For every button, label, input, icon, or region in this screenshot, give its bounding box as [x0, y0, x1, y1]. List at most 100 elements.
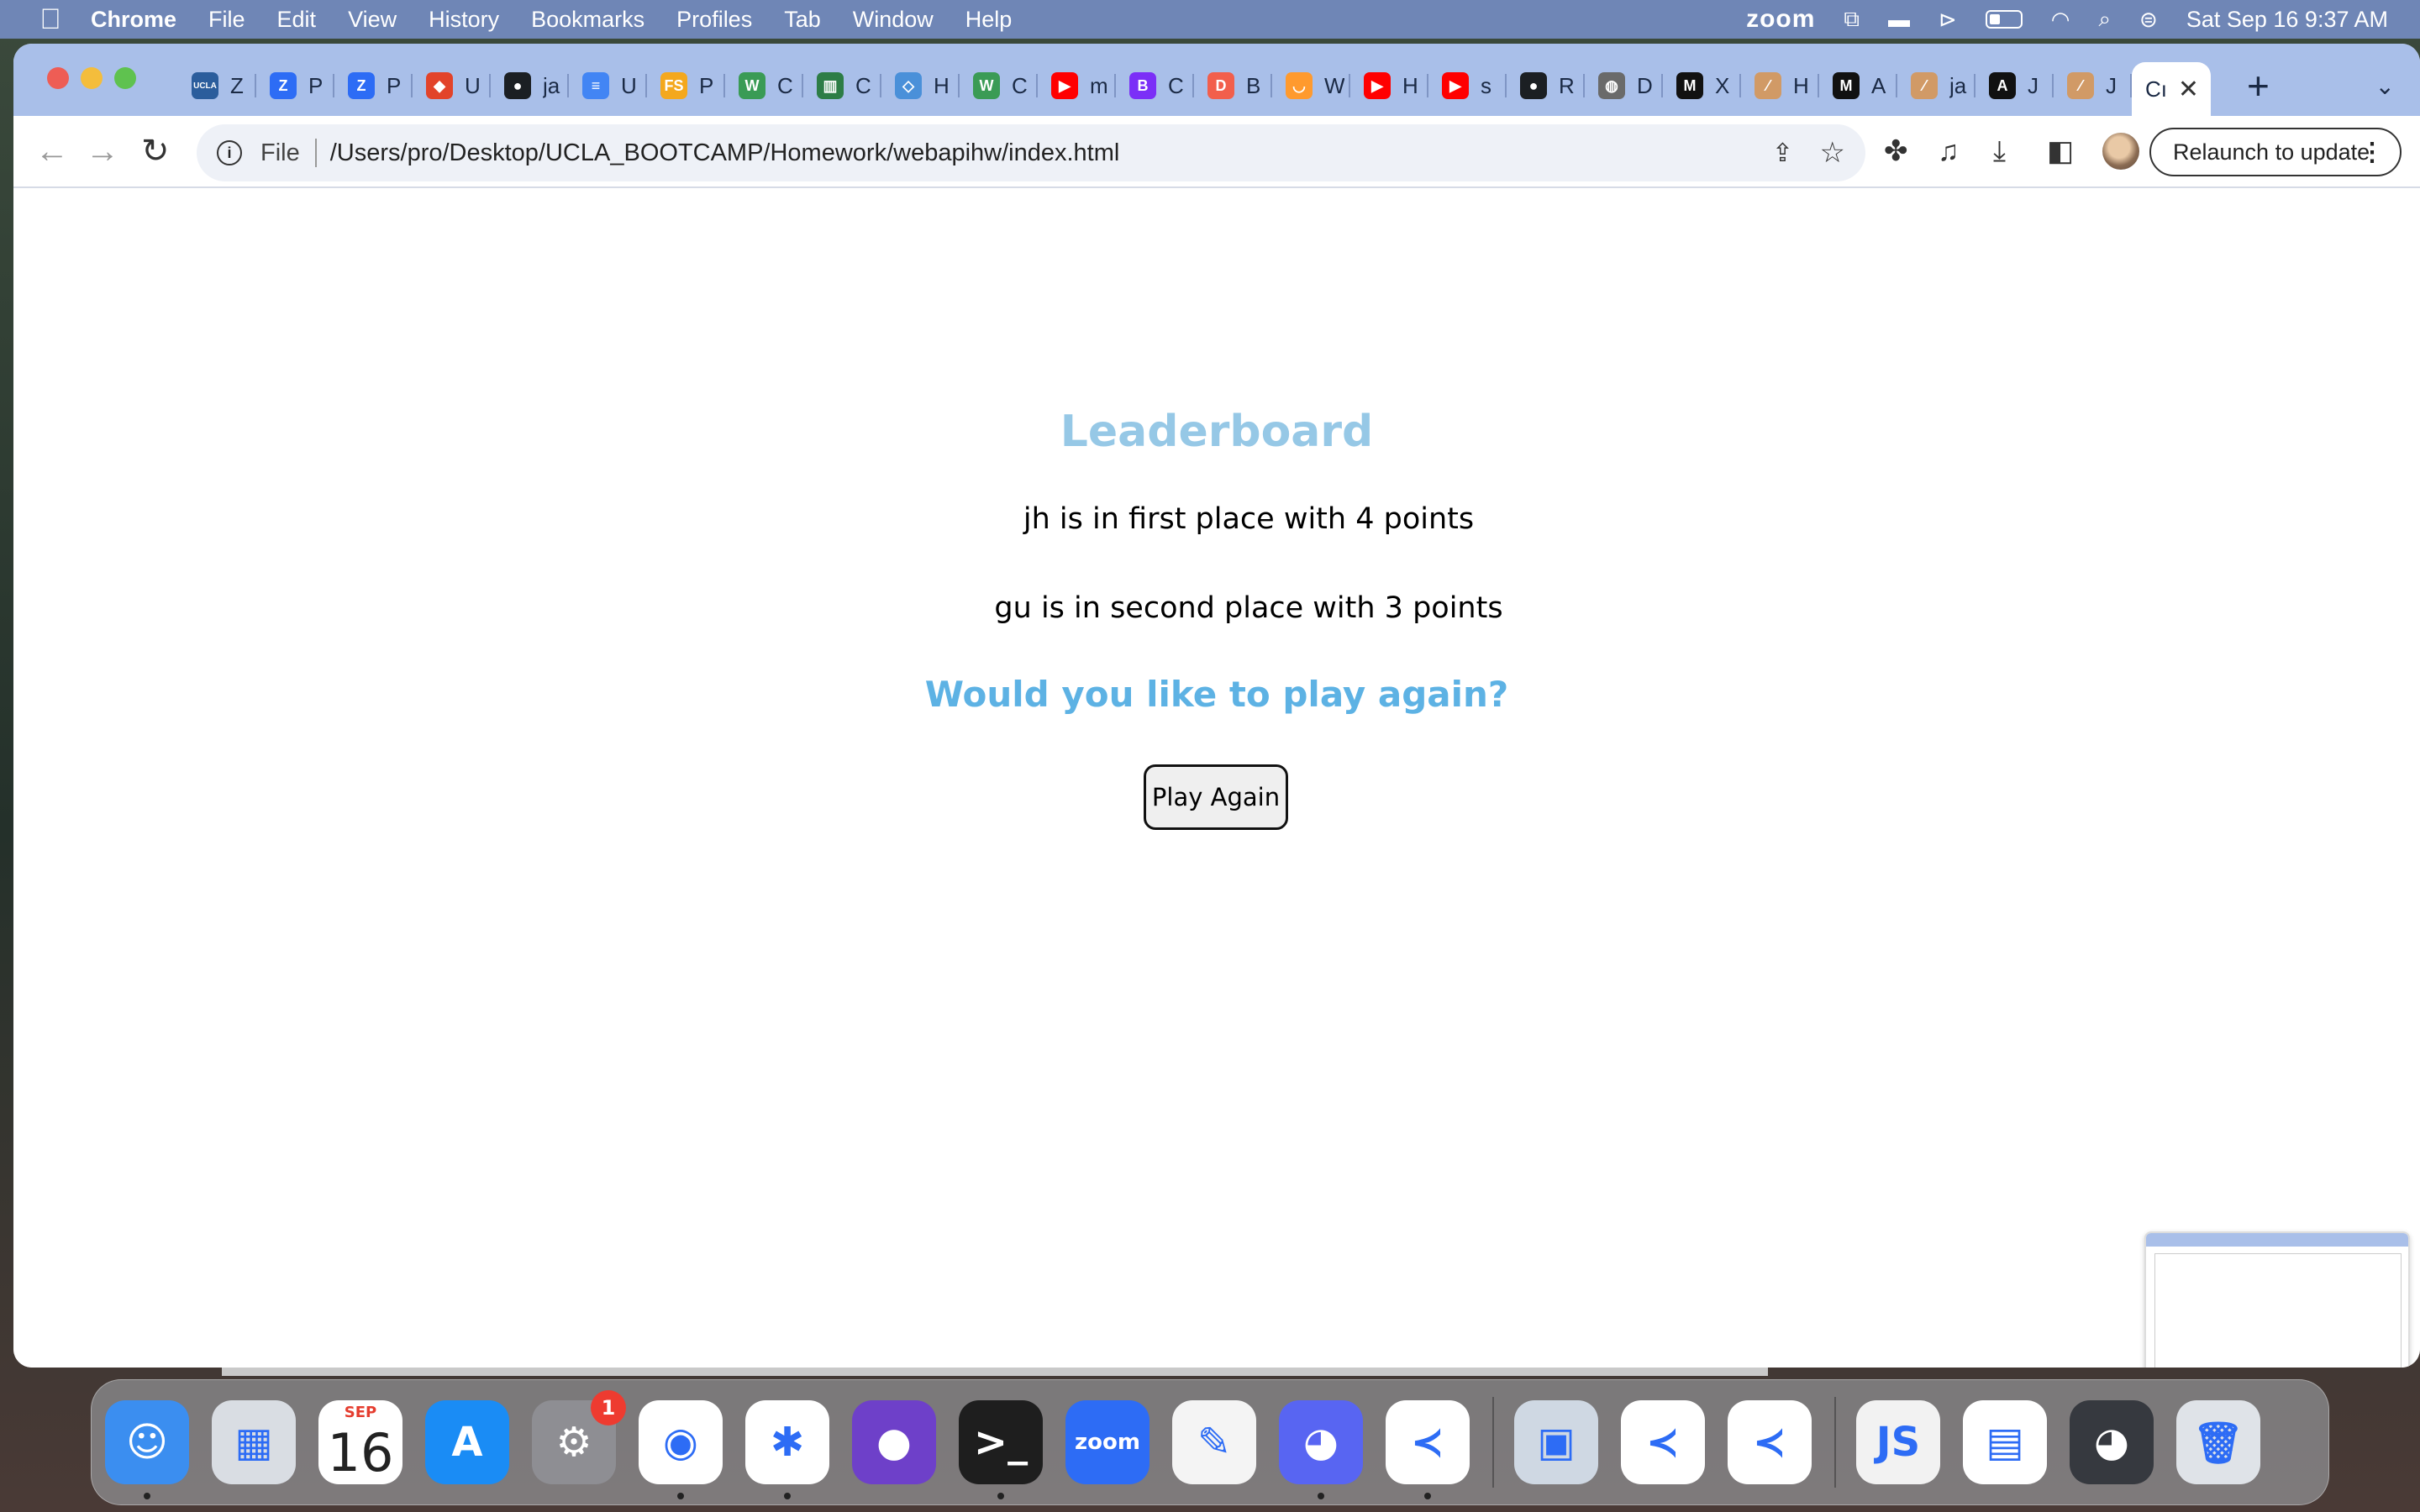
- browser-tab[interactable]: BC: [1116, 62, 1194, 109]
- tab-title: C: [777, 72, 793, 98]
- play-circle-icon[interactable]: ⊳: [1939, 7, 1957, 33]
- menu-clock[interactable]: Sat Sep 16 9:37 AM: [2186, 7, 2388, 33]
- forward-arrow-icon[interactable]: →: [86, 131, 119, 171]
- browser-tab[interactable]: ≡ U: [569, 62, 647, 109]
- browser-tab[interactable]: ● ja: [491, 62, 569, 109]
- discord-icon[interactable]: ◕: [1279, 1400, 1363, 1499]
- m-icon: M: [1833, 72, 1860, 99]
- new-tab-button[interactable]: +: [2247, 66, 2270, 105]
- more-menu-icon[interactable]: ⋮: [2360, 138, 2385, 167]
- download-icon[interactable]: ⤓: [1993, 134, 2006, 168]
- system-settings-icon[interactable]: ⚙ 1: [532, 1390, 626, 1484]
- display-icon[interactable]: ▬: [1888, 7, 1910, 33]
- github-icon: ●: [1520, 72, 1547, 99]
- menu-edit[interactable]: Edit: [277, 7, 317, 33]
- tab-search-chevron-icon[interactable]: ⌄: [2375, 72, 2395, 100]
- chrome-icon[interactable]: ◉: [639, 1400, 723, 1499]
- battery-icon[interactable]: [1985, 10, 2023, 29]
- browser-tab[interactable]: ◇ H: [881, 62, 960, 109]
- terminal-icon[interactable]: >_: [959, 1400, 1043, 1499]
- tab-title: J: [2028, 72, 2039, 98]
- profile-avatar[interactable]: [2102, 133, 2139, 170]
- browser-tab[interactable]: WC: [960, 62, 1038, 109]
- browser-tab[interactable]: UCLA Z: [178, 62, 256, 109]
- extensions-puzzle-icon[interactable]: ✤: [1884, 134, 1908, 168]
- wifi-icon[interactable]: ◠: [2051, 7, 2070, 33]
- menu-file[interactable]: File: [208, 7, 245, 33]
- leaderboard-title: Leaderboard: [1060, 407, 1374, 457]
- browser-tab[interactable]: ● R: [1507, 62, 1585, 109]
- browser-tab[interactable]: ZP: [256, 62, 334, 109]
- browser-tab[interactable]: ⁄ H: [1741, 62, 1819, 109]
- reload-icon[interactable]: ↻: [141, 131, 170, 171]
- browser-tab[interactable]: ⁄ ja: [1897, 62, 1975, 109]
- youtube-icon: ▶: [1364, 72, 1391, 99]
- close-tab-icon[interactable]: ✕: [2178, 75, 2199, 104]
- youtube-icon: ▶: [1051, 72, 1078, 99]
- spreadsheet-icon[interactable]: ▤: [1963, 1400, 2047, 1484]
- menu-bookmarks[interactable]: Bookmarks: [531, 7, 644, 33]
- menu-tab[interactable]: Tab: [784, 7, 821, 33]
- screenshot-thumbnail-preview[interactable]: [2144, 1231, 2410, 1368]
- browser-tab[interactable]: ◆ U: [413, 62, 491, 109]
- vscode-icon[interactable]: ≺: [1386, 1400, 1470, 1499]
- slack-icon[interactable]: ✱: [745, 1400, 829, 1499]
- menu-window[interactable]: Window: [853, 7, 934, 33]
- media-control-icon[interactable]: ♫: [1938, 134, 1960, 168]
- tab-title: H: [1793, 72, 1809, 98]
- tab-strip: UCLA Z Z P Z P ◆ U ● ja ≡ U FS P W C ▥ C ◇ H W C ▶ m B C D B ◡ W ▶ H ▶ s ●…: [13, 44, 2420, 116]
- browser-tab[interactable]: DB: [1194, 62, 1272, 109]
- minimize-window-button[interactable]: [81, 67, 103, 89]
- browser-tab[interactable]: ⁄ J: [2054, 62, 2132, 109]
- js-file-icon[interactable]: JS: [1856, 1400, 1940, 1484]
- browser-tab[interactable]: ▶ s: [1428, 62, 1507, 109]
- preview-icon[interactable]: ▣: [1514, 1400, 1598, 1484]
- apple-menu-icon[interactable]: : [29, 3, 72, 36]
- close-window-button[interactable]: [47, 67, 69, 89]
- vscode-icon[interactable]: ≺: [1728, 1400, 1812, 1484]
- browser-tab[interactable]: MA: [1819, 62, 1897, 109]
- calendar-icon[interactable]: SEP 16: [318, 1400, 402, 1484]
- browser-tab[interactable]: ▥ C: [803, 62, 881, 109]
- zoom-status-icon[interactable]: zoom: [1746, 5, 1815, 34]
- github-desktop-icon[interactable]: ●: [852, 1400, 936, 1484]
- menu-profiles[interactable]: Profiles: [676, 7, 752, 33]
- bookmark-star-icon[interactable]: ☆: [1820, 136, 1845, 170]
- menu-app-name[interactable]: Chrome: [91, 7, 176, 33]
- back-arrow-icon[interactable]: ←: [35, 131, 69, 171]
- zoom-icon[interactable]: zoom: [1065, 1400, 1150, 1484]
- trash-icon[interactable]: 🗑: [2176, 1400, 2260, 1484]
- menu-view[interactable]: View: [348, 7, 397, 33]
- dock-glyph: ✱: [770, 1419, 805, 1466]
- browser-tab[interactable]: ◍ D: [1585, 62, 1663, 109]
- browser-tab[interactable]: WC: [725, 62, 803, 109]
- menu-history[interactable]: History: [429, 7, 499, 33]
- browser-tab[interactable]: ▶ m: [1038, 62, 1116, 109]
- discord-window-icon[interactable]: ◕: [2070, 1400, 2154, 1484]
- play-again-button[interactable]: Play Again: [1144, 764, 1288, 830]
- browser-tab[interactable]: ◡ W: [1272, 62, 1350, 109]
- control-center-icon[interactable]: ⊜: [2139, 7, 2158, 33]
- browser-tab[interactable]: ▶ H: [1350, 62, 1428, 109]
- vscode-icon[interactable]: ≺: [1621, 1400, 1705, 1484]
- tab-active[interactable]: Cı ✕: [2132, 62, 2211, 116]
- spotlight-search-icon[interactable]: ⌕: [2098, 6, 2111, 33]
- textedit-icon[interactable]: ✎: [1172, 1400, 1256, 1484]
- menu-help[interactable]: Help: [965, 7, 1013, 33]
- site-info-icon[interactable]: i: [217, 140, 242, 165]
- finder-icon[interactable]: ☺: [105, 1400, 189, 1499]
- browser-tab[interactable]: ZP: [334, 62, 413, 109]
- relaunch-to-update-button[interactable]: Relaunch to update ⋮: [2149, 128, 2402, 176]
- app-store-icon[interactable]: A: [425, 1400, 509, 1484]
- browser-tab[interactable]: FS P: [647, 62, 725, 109]
- quill-icon: ⁄: [1911, 72, 1938, 99]
- screen-share-icon[interactable]: ⧉: [1844, 6, 1860, 33]
- browser-tab[interactable]: MX: [1663, 62, 1741, 109]
- url-text[interactable]: /Users/pro/Desktop/UCLA_BOOTCAMP/Homewor…: [330, 139, 1120, 167]
- launchpad-icon[interactable]: ▦: [212, 1400, 296, 1484]
- browser-tab[interactable]: AJ: [1975, 62, 2054, 109]
- share-icon[interactable]: ⇪: [1772, 139, 1793, 168]
- address-bar[interactable]: i File /Users/pro/Desktop/UCLA_BOOTCAMP/…: [197, 124, 1865, 181]
- fullscreen-window-button[interactable]: [114, 67, 136, 89]
- side-panel-icon[interactable]: ◧: [2047, 134, 2074, 168]
